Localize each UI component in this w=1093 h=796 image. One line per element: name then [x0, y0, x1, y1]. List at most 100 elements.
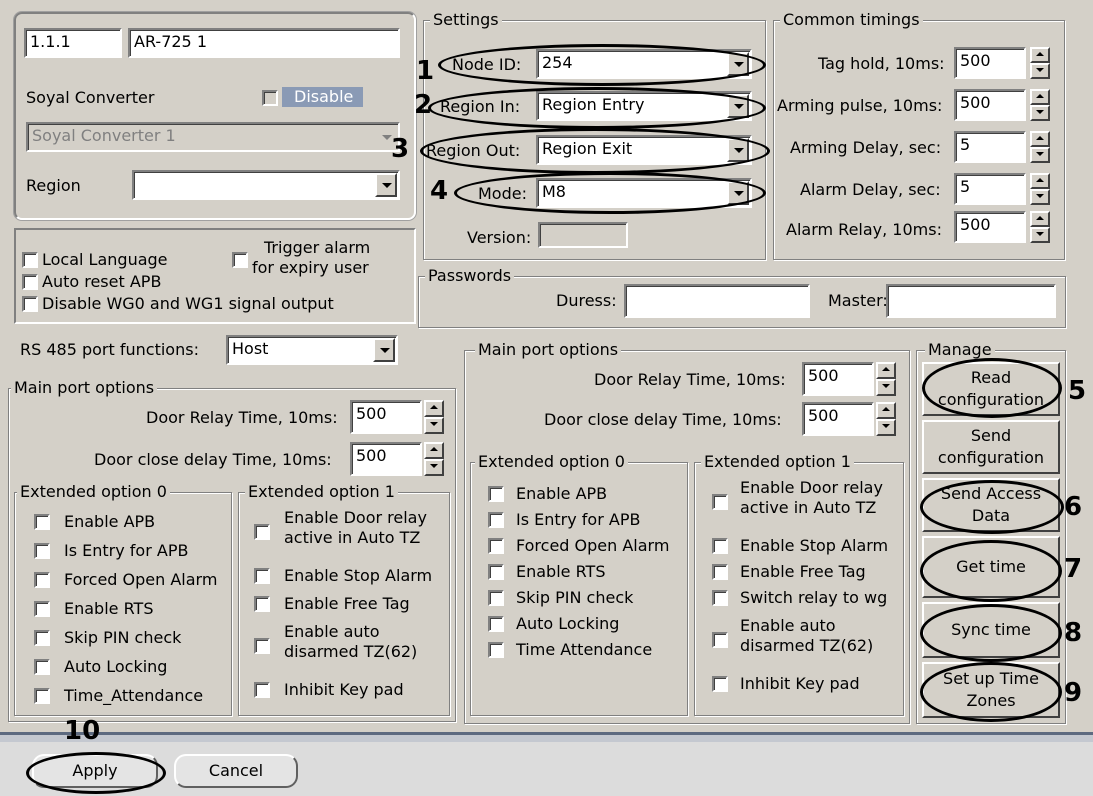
duress-field[interactable] [624, 284, 810, 318]
left-ext1-checkbox[interactable] [254, 568, 270, 584]
auto-reset-checkbox[interactable] [22, 274, 38, 290]
send-configuration-button[interactable]: Send configuration [922, 420, 1060, 474]
door-relay-label: Door Relay Time, 10ms: [594, 370, 786, 389]
spin-down-icon[interactable] [424, 459, 444, 476]
passwords-title: Passwords [425, 266, 515, 286]
right-ext1-checkbox[interactable] [712, 538, 728, 554]
callout-number: 9 [1064, 678, 1083, 708]
device-address-field[interactable]: 1.1.1 [24, 28, 122, 58]
right-ext0-checkbox[interactable] [488, 538, 504, 554]
timing-spinner[interactable] [1030, 47, 1050, 79]
spin-down-icon[interactable] [1030, 189, 1050, 205]
spin-up-icon[interactable] [1030, 89, 1050, 105]
left-ext1-label: Enable Stop Alarm [284, 566, 433, 585]
door-close-spinner[interactable] [424, 442, 444, 476]
left-ext1-label: Enable auto [284, 622, 380, 641]
manage-title: Manage [925, 340, 995, 360]
right-ext0-checkbox[interactable] [488, 512, 504, 528]
disable-wg-checkbox[interactable] [22, 296, 38, 312]
callout-number: 4 [430, 176, 449, 206]
disable-wg-label: Disable WG0 and WG1 signal output [42, 294, 334, 313]
main-port-right-title: Main port options [475, 340, 622, 360]
cancel-button[interactable]: Cancel [174, 754, 298, 788]
right-ext1-title: Extended option 1 [701, 452, 854, 472]
master-field[interactable] [886, 284, 1056, 318]
timing-field[interactable]: 5 [954, 173, 1026, 205]
disable-checkbox[interactable] [262, 90, 278, 106]
right-ext0-label: Is Entry for APB [516, 510, 641, 529]
left-ext0-label: Enable APB [64, 512, 156, 531]
chevron-down-icon[interactable] [375, 173, 397, 197]
left-ext1-checkbox[interactable] [254, 596, 270, 612]
right-ext1-checkbox[interactable] [712, 564, 728, 580]
left-ext0-checkbox[interactable] [34, 630, 50, 646]
door-close-spinner[interactable] [876, 402, 896, 436]
spin-down-icon[interactable] [424, 417, 444, 434]
left-ext1-checkbox[interactable] [254, 524, 270, 540]
spin-down-icon[interactable] [876, 379, 896, 396]
rs485-select[interactable]: Host [226, 335, 398, 365]
right-ext0-checkbox[interactable] [488, 486, 504, 502]
spin-up-icon[interactable] [424, 400, 444, 417]
left-ext1-checkbox[interactable] [254, 682, 270, 698]
timing-spinner[interactable] [1030, 131, 1050, 163]
door-relay-field[interactable]: 500 [350, 400, 422, 434]
timing-field[interactable]: 500 [954, 89, 1026, 121]
door-relay-field[interactable]: 500 [802, 362, 874, 396]
spin-up-icon[interactable] [1030, 131, 1050, 147]
right-ext0-label: Forced Open Alarm [516, 536, 670, 555]
left-ext0-checkbox[interactable] [34, 688, 50, 704]
spin-down-icon[interactable] [1030, 63, 1050, 79]
right-ext1-checkbox[interactable] [712, 494, 728, 510]
spin-up-icon[interactable] [1030, 173, 1050, 189]
timing-field[interactable]: 5 [954, 131, 1026, 163]
spin-up-icon[interactable] [424, 442, 444, 459]
left-ext0-checkbox[interactable] [34, 514, 50, 530]
timing-field[interactable]: 500 [954, 47, 1026, 79]
right-ext1-label: Enable Door relay [740, 478, 883, 497]
left-ext0-checkbox[interactable] [34, 543, 50, 559]
spin-up-icon[interactable] [876, 402, 896, 419]
right-ext1-checkbox[interactable] [712, 676, 728, 692]
spin-down-icon[interactable] [1030, 105, 1050, 121]
chevron-down-icon[interactable] [373, 338, 395, 362]
region-select[interactable] [132, 170, 400, 200]
right-ext0-checkbox[interactable] [488, 616, 504, 632]
timing-spinner[interactable] [1030, 89, 1050, 121]
right-ext0-label: Enable RTS [516, 562, 606, 581]
spin-up-icon[interactable] [876, 362, 896, 379]
door-close-field[interactable]: 500 [802, 402, 874, 436]
right-ext0-checkbox[interactable] [488, 590, 504, 606]
door-relay-spinner[interactable] [424, 400, 444, 434]
spin-down-icon[interactable] [1030, 147, 1050, 163]
timing-spinner[interactable] [1030, 173, 1050, 205]
callout-oval [420, 128, 770, 174]
right-ext0-checkbox[interactable] [488, 564, 504, 580]
right-ext1-checkbox[interactable] [712, 590, 728, 606]
send-config-line1: Send [970, 426, 1012, 445]
left-ext0-checkbox[interactable] [34, 572, 50, 588]
door-close-field[interactable]: 500 [350, 442, 422, 476]
right-ext1-checkbox[interactable] [712, 632, 728, 648]
trigger-alarm-checkbox[interactable] [232, 252, 248, 268]
door-relay-spinner[interactable] [876, 362, 896, 396]
timing-spinner[interactable] [1030, 211, 1050, 243]
local-language-checkbox[interactable] [22, 252, 38, 268]
left-ext1-label: Inhibit Key pad [284, 680, 404, 699]
send-config-line2: configuration [937, 448, 1045, 467]
left-ext1-checkbox[interactable] [254, 638, 270, 654]
left-ext0-checkbox[interactable] [34, 601, 50, 617]
spin-up-icon[interactable] [1030, 47, 1050, 63]
right-ext0-checkbox[interactable] [488, 642, 504, 658]
left-ext0-checkbox[interactable] [34, 659, 50, 675]
local-language-label: Local Language [42, 250, 168, 269]
spin-down-icon[interactable] [876, 419, 896, 436]
timing-field[interactable]: 500 [954, 211, 1026, 243]
right-ext0-label: Time Attendance [516, 640, 653, 659]
spin-up-icon[interactable] [1030, 211, 1050, 227]
spin-down-icon[interactable] [1030, 227, 1050, 243]
callout-number: 7 [1064, 554, 1083, 584]
device-name-field[interactable]: AR-725 1 [128, 28, 400, 58]
master-label: Master: [828, 291, 888, 310]
callout-number: 3 [391, 134, 410, 164]
